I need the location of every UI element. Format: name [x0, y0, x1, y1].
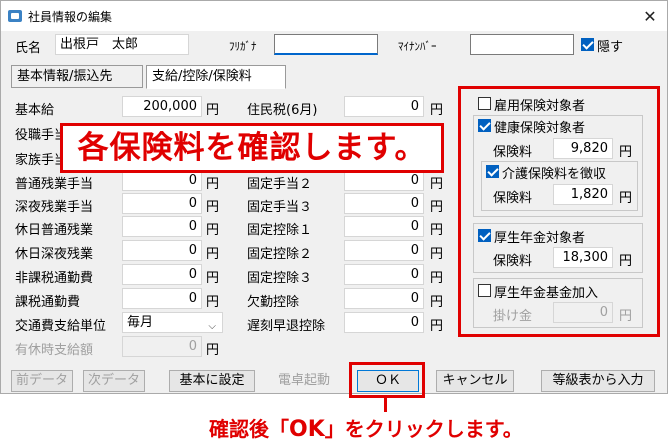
field-label: 固定控除２	[247, 247, 313, 262]
fixed-allowance-2-input[interactable]: 0	[344, 170, 424, 191]
field-label: 固定控除３	[247, 271, 313, 286]
yen-unit: 円	[430, 223, 444, 238]
field-label: 休日深夜残業	[15, 247, 94, 262]
fixed-deduction-2-input[interactable]: 0	[344, 240, 424, 261]
insurance-callout: 各保険料を確認します。	[60, 123, 444, 173]
title-bar: 社員情報の編集 ✕	[1, 1, 667, 31]
fixed-deduction-1-input[interactable]: 0	[344, 216, 424, 237]
hide-label: 隠す	[597, 40, 624, 55]
resident-tax-june-input[interactable]: 0	[344, 96, 424, 117]
yen-unit: 円	[430, 247, 444, 262]
chevron-down-icon: ⌵	[208, 321, 216, 332]
name-field[interactable]: 出根戸 太郎	[55, 34, 189, 55]
ok-highlight-box	[349, 362, 425, 398]
fixed-deduction-3-input[interactable]: 0	[344, 264, 424, 285]
calculator-button[interactable]: 電卓起動	[267, 370, 341, 392]
nontaxable-commute-input[interactable]: 0	[122, 264, 202, 285]
late-deduction-input[interactable]: 0	[344, 312, 424, 333]
field-label: 欠勤控除	[247, 295, 300, 310]
fixed-allowance-3-input[interactable]: 0	[344, 193, 424, 214]
field-label: 課税通勤費	[15, 295, 81, 310]
tab-basic-info[interactable]: 基本情報/振込先	[11, 65, 143, 88]
yen-unit: 円	[430, 103, 444, 118]
yen-unit: 円	[430, 177, 444, 192]
kana-field[interactable]	[274, 34, 378, 55]
basic-pay-input[interactable]: 200,000	[122, 96, 202, 117]
yen-unit: 円	[430, 271, 444, 286]
commute-unit-label: 交通費支給単位	[15, 319, 107, 334]
yen-unit: 円	[206, 223, 220, 238]
next-data-button[interactable]: 次データ	[83, 370, 145, 392]
field-label: 非課税通勤費	[15, 271, 94, 286]
commute-unit-value: 毎月	[127, 315, 154, 330]
night-overtime-input[interactable]: 0	[122, 193, 202, 214]
holiday-overtime-input[interactable]: 0	[122, 216, 202, 237]
instruction-prefix: 確認後「	[209, 417, 289, 441]
field-label: 遅刻早退控除	[247, 319, 326, 334]
hide-checkbox[interactable]	[581, 38, 594, 51]
yen-unit: 円	[206, 177, 220, 192]
set-default-button[interactable]: 基本に設定	[169, 370, 255, 392]
paid-leave-input: 0	[122, 336, 202, 357]
field-label: 固定手当２	[247, 177, 313, 192]
commute-unit-select[interactable]: 毎月 ⌵	[122, 312, 223, 333]
field-label: 普通残業手当	[15, 177, 94, 192]
insurance-highlight-box	[458, 86, 660, 337]
app-icon	[8, 10, 22, 22]
instruction-ok: OK	[289, 417, 325, 442]
field-label: 固定手当３	[247, 200, 313, 215]
mynumber-field[interactable]	[470, 34, 574, 55]
absence-deduction-input[interactable]: 0	[344, 288, 424, 309]
taxable-commute-input[interactable]: 0	[122, 288, 202, 309]
cancel-button[interactable]: キャンセル	[436, 370, 514, 392]
name-label: 氏名	[15, 41, 42, 56]
field-label: 固定控除１	[247, 223, 313, 238]
instruction-suffix: 」をクリックします。	[324, 417, 523, 441]
yen-unit: 円	[206, 103, 220, 118]
holiday-night-input[interactable]: 0	[122, 240, 202, 261]
close-icon[interactable]: ✕	[633, 1, 667, 31]
yen-unit: 円	[206, 200, 220, 215]
paid-leave-label: 有休時支給額	[15, 343, 94, 358]
field-label: 基本給	[15, 103, 55, 118]
prev-data-button[interactable]: 前データ	[11, 370, 73, 392]
grade-table-input-button[interactable]: 等級表から入力	[541, 370, 655, 392]
field-label: 住民税(6月)	[247, 103, 318, 118]
field-label: 休日普通残業	[15, 223, 94, 238]
yen-unit: 円	[206, 295, 220, 310]
kana-label: ﾌﾘｶﾞﾅ	[229, 40, 257, 53]
yen-unit: 円	[206, 343, 220, 358]
yen-unit: 円	[430, 295, 444, 310]
tab-pay-deduction-insurance[interactable]: 支給/控除/保険料	[146, 65, 286, 89]
field-label: 深夜残業手当	[15, 200, 94, 215]
callout-leader-line	[384, 398, 387, 412]
mynumber-label: ﾏｲﾅﾝﾊﾞｰ	[398, 40, 437, 53]
yen-unit: 円	[430, 319, 444, 334]
window-title: 社員情報の編集	[28, 9, 113, 24]
yen-unit: 円	[206, 271, 220, 286]
overtime-input[interactable]: 0	[122, 170, 202, 191]
yen-unit: 円	[430, 200, 444, 215]
instruction-text: 確認後「OK」をクリックします。	[209, 413, 523, 442]
yen-unit: 円	[206, 247, 220, 262]
